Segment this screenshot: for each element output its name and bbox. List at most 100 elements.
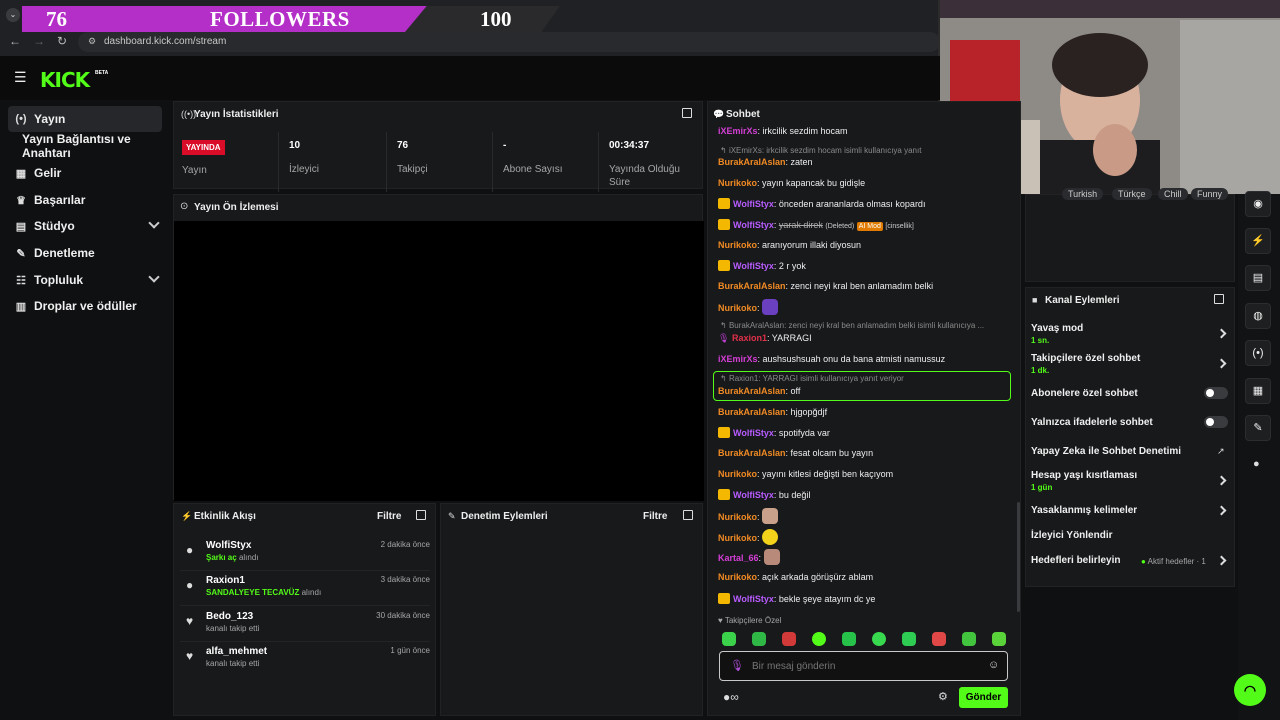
sidebar-item-studio[interactable]: ▤ Stüdyo	[8, 213, 162, 239]
sidebar-item-label: Topluluk	[34, 273, 84, 287]
chat-text: : off	[785, 386, 801, 396]
chat-username[interactable]: Kartal_66	[718, 553, 759, 563]
sidebar-item-moderation[interactable]: ✎ Denetleme	[8, 240, 162, 266]
followers-chat-setting[interactable]: Takipçilere özel sohbet 1 dk.	[1031, 353, 1140, 375]
chat-username[interactable]: BurakAralAslan	[718, 157, 786, 167]
emote-icon[interactable]	[842, 632, 856, 646]
chat-message: Kartal_66:	[718, 549, 780, 565]
chat-username[interactable]: BurakAralAslan	[718, 386, 786, 396]
emote-icon[interactable]	[902, 632, 916, 646]
stream-preview-video[interactable]	[174, 221, 704, 501]
chat-text: : fesat olcam bu yayın	[785, 448, 874, 458]
expand-icon[interactable]	[1214, 294, 1224, 304]
menu-icon[interactable]: ☰	[14, 69, 27, 86]
wrench-icon[interactable]: ✎	[1245, 415, 1271, 441]
chat-username[interactable]: iXEmirXs	[718, 126, 758, 136]
account-age-setting[interactable]: Hesap yaşı kısıtlaması 1 gün	[1031, 470, 1137, 492]
feed-item: ● WolfiStyx Şarkı aç alındı 2 dakika önc…	[180, 537, 430, 571]
sidebar-item-community[interactable]: ☷ Topluluk	[8, 267, 162, 293]
send-button[interactable]: Gönder	[959, 687, 1008, 708]
slow-mode-setting[interactable]: Yavaş mod 1 sn.	[1031, 323, 1083, 345]
sidebar-item-stream[interactable]: (•) Yayın	[8, 106, 162, 132]
slow-mode-label: Yavaş mod	[1031, 323, 1084, 334]
chat-icon[interactable]: ◍	[1245, 303, 1271, 329]
reload-icon[interactable]: ↻	[57, 34, 67, 48]
feed-user[interactable]: Bedo_123	[206, 611, 253, 622]
feed-user[interactable]: Raxion1	[206, 575, 245, 586]
emote-icon[interactable]	[812, 632, 826, 646]
emote-icon[interactable]	[992, 632, 1006, 646]
chat-username[interactable]: WolfiStyx	[733, 261, 774, 271]
chat-username[interactable]: Nurikoko	[718, 469, 757, 479]
feed-user[interactable]: WolfiStyx	[206, 540, 251, 551]
stream-stats-panel: ((•)) Yayın İstatistikleri YAYINDA Yayın…	[173, 101, 703, 192]
tab-search-icon[interactable]: ⌄	[6, 8, 20, 22]
chat-message: iXEmirXs: irkcilik sezdim hocam	[718, 126, 848, 136]
back-icon[interactable]: ←	[9, 34, 21, 48]
chat-username[interactable]: Nurikoko	[718, 572, 757, 582]
chat-username[interactable]: Raxion1	[732, 333, 767, 343]
forward-icon[interactable]: →	[33, 34, 45, 48]
kick-points-icon[interactable]: ●	[1253, 458, 1260, 470]
kick-logo[interactable]: KICK	[40, 68, 90, 92]
trophy-icon: ♛	[16, 194, 26, 207]
chat-username[interactable]: BurakAralAslan	[718, 281, 786, 291]
kick-points-icon[interactable]: ●∞	[723, 690, 739, 704]
emote-icon[interactable]	[782, 632, 796, 646]
support-icon[interactable]: ◠	[1234, 674, 1266, 706]
subs-chat-toggle[interactable]	[1204, 387, 1228, 399]
moderation-filter-button[interactable]: Filtre	[643, 511, 667, 522]
chat-message-input[interactable]	[752, 657, 972, 675]
expand-icon[interactable]	[683, 510, 693, 520]
sidebar-item-achievements[interactable]: ♛ Başarılar	[8, 187, 162, 213]
stream-tag[interactable]: Chill	[1158, 188, 1188, 200]
chat-username[interactable]: Nurikoko	[718, 512, 757, 522]
bolt-icon[interactable]: ⚡	[1245, 228, 1271, 254]
chat-username[interactable]: BurakAralAslan	[718, 448, 786, 458]
chat-scrollbar[interactable]	[1017, 502, 1020, 612]
stream-tag[interactable]: Turkish	[1062, 188, 1104, 200]
channel-actions-title: Kanal Eylemleri	[1045, 295, 1120, 306]
emote-icon[interactable]	[932, 632, 946, 646]
broadcast-icon[interactable]: (•)	[1245, 340, 1271, 366]
chat-input-box[interactable]: 🎙 ☺	[719, 651, 1008, 681]
feed-user[interactable]: alfa_mehmet	[206, 646, 267, 657]
chat-username[interactable]: Nurikoko	[718, 533, 757, 543]
site-info-icon[interactable]: ⚙	[88, 36, 96, 47]
chat-username[interactable]: WolfiStyx	[733, 594, 774, 604]
emote-icon[interactable]	[722, 632, 736, 646]
mic-icon[interactable]: 🎙	[730, 659, 744, 672]
chat-username[interactable]: BurakAralAslan	[718, 407, 786, 417]
gear-icon[interactable]: ⚙	[938, 690, 948, 703]
sidebar-item-drops[interactable]: ▥ Droplar ve ödüller	[8, 293, 162, 319]
chat-username[interactable]: iXEmirXs	[718, 354, 758, 364]
external-link-icon[interactable]: ↗	[1217, 446, 1225, 457]
activity-filter-button[interactable]: Filtre	[377, 511, 401, 522]
stream-tag[interactable]: Funny	[1191, 188, 1229, 200]
chat-username[interactable]: Nurikoko	[718, 303, 757, 313]
chat-username[interactable]: Nurikoko	[718, 178, 757, 188]
emoji-icon[interactable]: ☺	[988, 659, 999, 671]
camera-icon[interactable]: ◉	[1245, 191, 1271, 217]
sidebar-item-revenue[interactable]: ▦ Gelir	[8, 160, 162, 186]
chat-username[interactable]: WolfiStyx	[733, 428, 774, 438]
emote-icon[interactable]	[752, 632, 766, 646]
sidebar-item-stream-key[interactable]: Yayın Bağlantısı ve Anahtarı	[22, 132, 172, 160]
expand-icon[interactable]	[416, 510, 426, 520]
set-goals-setting[interactable]: Hedefleri belirleyin	[1031, 555, 1120, 566]
layout-icon[interactable]: ▦	[1245, 378, 1271, 404]
chat-username[interactable]: WolfiStyx	[733, 199, 774, 209]
chat-username[interactable]: WolfiStyx	[733, 220, 774, 230]
banned-words-setting[interactable]: Yasaklanmış kelimeler	[1031, 505, 1137, 516]
chat-username[interactable]: Nurikoko	[718, 240, 757, 250]
expand-icon[interactable]	[682, 108, 692, 118]
document-icon[interactable]: ▤	[1245, 265, 1271, 291]
redirect-viewers-setting[interactable]: İzleyici Yönlendir	[1031, 530, 1113, 541]
emote-icon[interactable]	[872, 632, 886, 646]
emotes-chat-toggle[interactable]	[1204, 416, 1228, 428]
ai-moderation-setting[interactable]: Yapay Zeka ile Sohbet Denetimi	[1031, 446, 1181, 457]
chat-username[interactable]: WolfiStyx	[733, 490, 774, 500]
stream-tag[interactable]: Türkçe	[1112, 188, 1152, 200]
emote-icon[interactable]	[962, 632, 976, 646]
feed-action: alındı	[301, 588, 322, 597]
